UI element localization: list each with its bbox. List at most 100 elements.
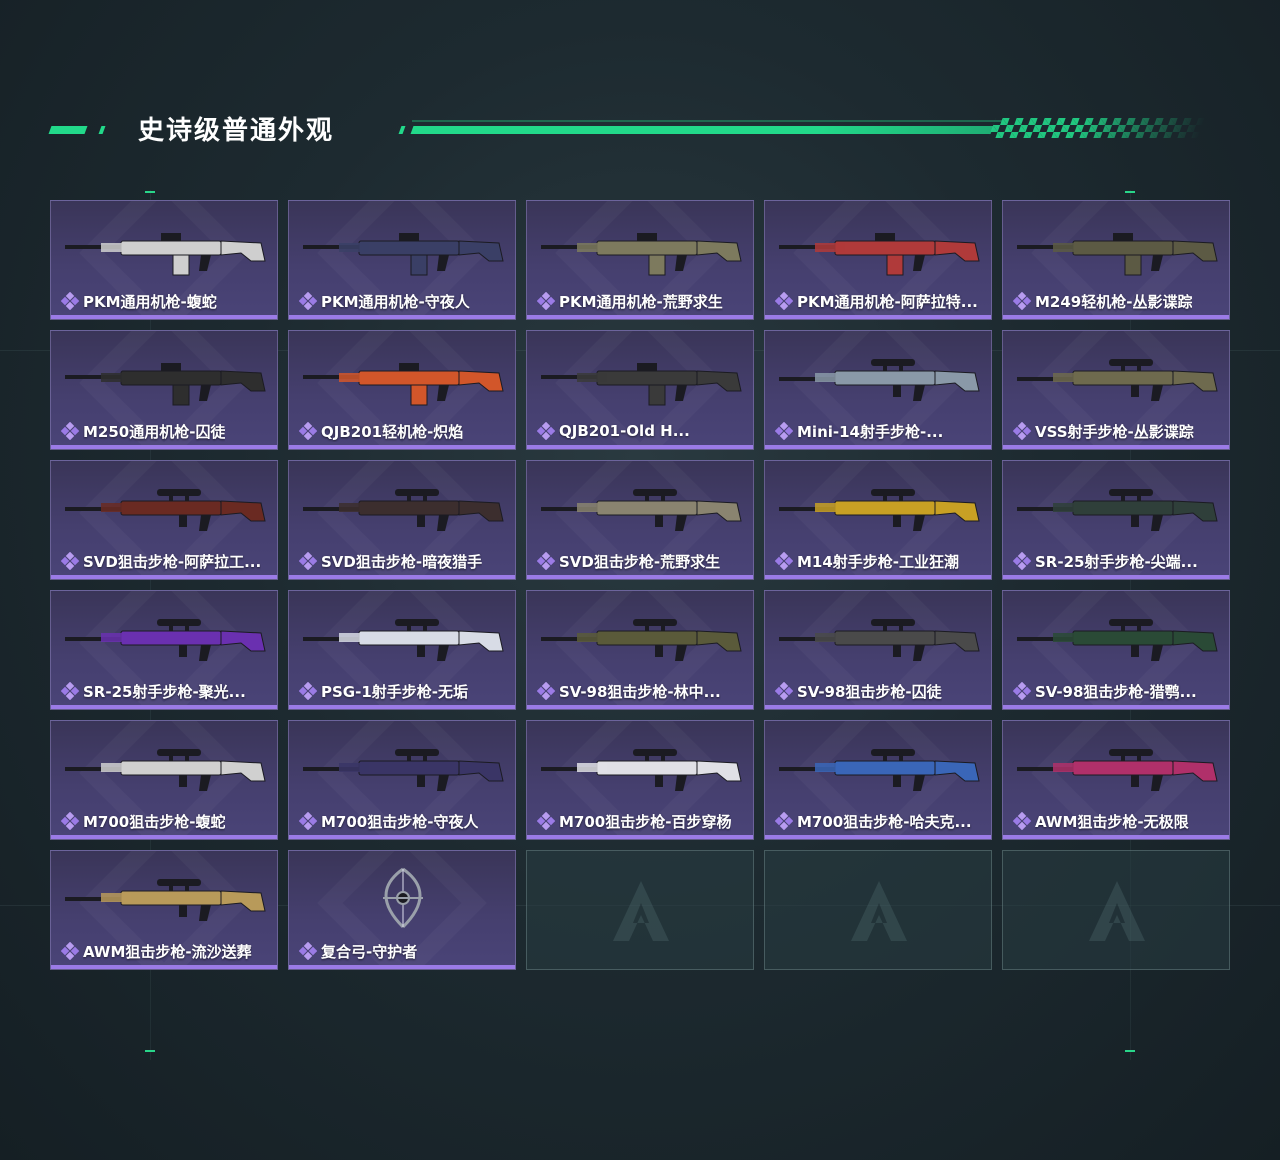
item-name: PSG-1射手步枪-无垢 xyxy=(321,682,468,701)
item-label-row: QJB201轻机枪-炽焰 xyxy=(299,421,509,441)
sniper-rifle-icon xyxy=(1013,603,1221,673)
item-name: M700狙击步枪-百步穿杨 xyxy=(559,812,732,831)
logo-watermark-icon xyxy=(613,881,669,941)
item-label-row: 复合弓-守护者 xyxy=(299,941,509,961)
item-label-row: M250通用机枪-囚徒 xyxy=(61,421,271,441)
item-name: M700狙击步枪-守夜人 xyxy=(321,812,479,831)
rarity-gem-icon xyxy=(61,942,79,960)
rarity-bar xyxy=(289,445,515,449)
item-name: SV-98狙击步枪-林中... xyxy=(559,682,721,701)
logo-watermark-icon xyxy=(851,881,907,941)
sniper-rifle-icon xyxy=(1013,733,1221,803)
item-card[interactable]: SV-98狙击步枪-囚徒 xyxy=(764,590,992,710)
item-card[interactable]: SVD狙击步枪-阿萨拉工... xyxy=(50,460,278,580)
light-machine-gun-icon xyxy=(1013,213,1221,283)
section-header: 史诗级普通外观 xyxy=(48,108,1208,148)
rarity-bar xyxy=(51,835,277,839)
marksman-rifle-icon xyxy=(1013,473,1221,543)
item-name: SV-98狙击步枪-囚徒 xyxy=(797,682,942,701)
background-decoration xyxy=(0,0,1280,1160)
rarity-gem-icon xyxy=(775,552,793,570)
rarity-bar xyxy=(289,835,515,839)
item-card[interactable]: SV-98狙击步枪-猎鹗... xyxy=(1002,590,1230,710)
rarity-gem-icon xyxy=(61,552,79,570)
item-name: SV-98狙击步枪-猎鹗... xyxy=(1035,682,1197,701)
machine-gun-icon xyxy=(775,213,983,283)
rarity-gem-icon xyxy=(299,942,317,960)
item-card[interactable]: M249轻机枪-丛影谍踪 xyxy=(1002,200,1230,320)
item-card[interactable]: M700狙击步枪-蝮蛇 xyxy=(50,720,278,840)
item-card[interactable]: SR-25射手步枪-尖端... xyxy=(1002,460,1230,580)
item-card[interactable]: M700狙击步枪-百步穿杨 xyxy=(526,720,754,840)
light-machine-gun-icon xyxy=(299,343,507,413)
item-label-row: SR-25射手步枪-尖端... xyxy=(1013,551,1223,571)
item-card[interactable]: PSG-1射手步枪-无垢 xyxy=(288,590,516,710)
item-card[interactable]: AWM狙击步枪-无极限 xyxy=(1002,720,1230,840)
sniper-rifle-icon xyxy=(61,733,269,803)
sniper-rifle-icon xyxy=(61,473,269,543)
rarity-gem-icon xyxy=(299,292,317,310)
item-card[interactable]: Mini-14射手步枪-... xyxy=(764,330,992,450)
item-card[interactable]: PKM通用机枪-阿萨拉特... xyxy=(764,200,992,320)
rarity-bar xyxy=(1003,835,1229,839)
item-card[interactable]: 复合弓-守护者 xyxy=(288,850,516,970)
item-card[interactable]: SV-98狙击步枪-林中... xyxy=(526,590,754,710)
sniper-rifle-icon xyxy=(537,733,745,803)
rarity-gem-icon xyxy=(299,422,317,440)
item-label-row: SVD狙击步枪-暗夜猎手 xyxy=(299,551,509,571)
item-name: AWM狙击步枪-无极限 xyxy=(1035,812,1189,831)
item-name: SVD狙击步枪-暗夜猎手 xyxy=(321,552,483,571)
empty-slot xyxy=(764,850,992,970)
sniper-rifle-icon xyxy=(299,733,507,803)
item-card[interactable]: SVD狙击步枪-暗夜猎手 xyxy=(288,460,516,580)
section-title: 史诗级普通外观 xyxy=(138,116,335,146)
rarity-gem-icon xyxy=(61,812,79,830)
rarity-gem-icon xyxy=(299,812,317,830)
rarity-bar xyxy=(765,445,991,449)
item-card[interactable]: PKM通用机枪-蝮蛇 xyxy=(50,200,278,320)
header-accent-dash xyxy=(98,126,106,134)
empty-slot xyxy=(526,850,754,970)
item-label-row: Mini-14射手步枪-... xyxy=(775,421,985,441)
item-name: SR-25射手步枪-聚光... xyxy=(83,682,246,701)
item-label-row: QJB201-Old H... xyxy=(537,421,747,441)
item-label-row: M700狙击步枪-守夜人 xyxy=(299,811,509,831)
machine-gun-icon xyxy=(61,213,269,283)
empty-slot xyxy=(1002,850,1230,970)
rarity-bar xyxy=(51,705,277,709)
item-label-row: SVD狙击步枪-荒野求生 xyxy=(537,551,747,571)
rarity-gem-icon xyxy=(537,552,555,570)
item-label-row: M14射手步枪-工业狂潮 xyxy=(775,551,985,571)
item-name: PKM通用机枪-阿萨拉特... xyxy=(797,292,978,311)
item-card[interactable]: M700狙击步枪-哈夫克... xyxy=(764,720,992,840)
item-label-row: M700狙击步枪-百步穿杨 xyxy=(537,811,747,831)
rarity-bar xyxy=(765,315,991,319)
item-card[interactable]: PKM通用机枪-荒野求生 xyxy=(526,200,754,320)
item-card[interactable]: VSS射手步枪-丛影谍踪 xyxy=(1002,330,1230,450)
item-card[interactable]: M14射手步枪-工业狂潮 xyxy=(764,460,992,580)
rarity-gem-icon xyxy=(61,682,79,700)
rarity-bar xyxy=(289,705,515,709)
rarity-gem-icon xyxy=(537,812,555,830)
item-name: PKM通用机枪-荒野求生 xyxy=(559,292,723,311)
item-card[interactable]: QJB201轻机枪-炽焰 xyxy=(288,330,516,450)
item-card[interactable]: M700狙击步枪-守夜人 xyxy=(288,720,516,840)
marksman-rifle-icon xyxy=(299,603,507,673)
rarity-bar xyxy=(765,835,991,839)
item-name: 复合弓-守护者 xyxy=(321,942,418,961)
item-card[interactable]: PKM通用机枪-守夜人 xyxy=(288,200,516,320)
item-name: M14射手步枪-工业狂潮 xyxy=(797,552,960,571)
rarity-gem-icon xyxy=(1013,292,1031,310)
item-card[interactable]: SR-25射手步枪-聚光... xyxy=(50,590,278,710)
item-name: VSS射手步枪-丛影谍踪 xyxy=(1035,422,1194,441)
rarity-gem-icon xyxy=(61,422,79,440)
item-card[interactable]: QJB201-Old H... xyxy=(526,330,754,450)
sniper-rifle-icon xyxy=(537,473,745,543)
item-card[interactable]: M250通用机枪-囚徒 xyxy=(50,330,278,450)
item-label-row: AWM狙击步枪-无极限 xyxy=(1013,811,1223,831)
item-card[interactable]: AWM狙击步枪-流沙送葬 xyxy=(50,850,278,970)
header-checker-pattern xyxy=(988,118,1206,138)
item-card[interactable]: SVD狙击步枪-荒野求生 xyxy=(526,460,754,580)
item-label-row: AWM狙击步枪-流沙送葬 xyxy=(61,941,271,961)
item-label-row: SV-98狙击步枪-囚徒 xyxy=(775,681,985,701)
